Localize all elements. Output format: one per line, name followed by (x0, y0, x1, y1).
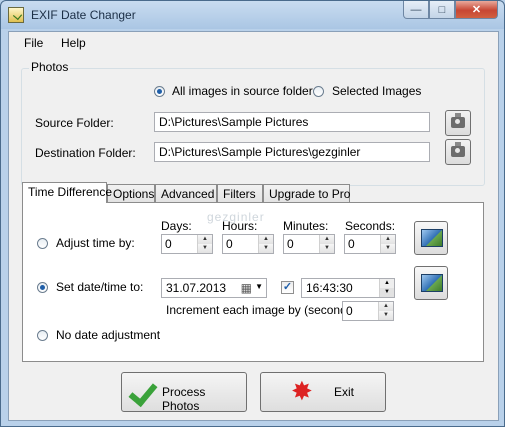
set-datetime-radio[interactable] (37, 282, 48, 293)
date-picker[interactable]: 31.07.2013 ▦ ▼ (161, 278, 267, 298)
calendar-icon[interactable]: ▦ (241, 281, 252, 295)
no-adjust-radio[interactable] (37, 330, 48, 341)
photos-group-label: Photos (29, 60, 71, 74)
process-photos-label: Process Photos (162, 385, 206, 413)
time-spin-arrows[interactable]: ▲ ▼ (379, 279, 394, 297)
minutes-value: 0 (287, 237, 294, 251)
process-photos-button[interactable]: Process Photos (121, 372, 247, 413)
spin-up-icon[interactable]: ▲ (379, 302, 393, 311)
tab-filters[interactable]: Filters (217, 184, 263, 202)
picture-icon (421, 229, 443, 247)
close-button[interactable]: ✕ (455, 1, 498, 19)
source-folder-input[interactable]: D:\Pictures\Sample Pictures (154, 112, 430, 132)
increment-label: Increment each image by (seconds) (166, 303, 357, 317)
preview-set-button[interactable] (414, 266, 448, 300)
browse-source-button[interactable] (445, 110, 471, 136)
no-adjust-label[interactable]: No date adjustment (56, 328, 160, 342)
hours-spin-arrows[interactable]: ▲ ▼ (258, 235, 273, 253)
minutes-spin-arrows[interactable]: ▲ ▼ (319, 235, 334, 253)
minimize-button[interactable]: — (403, 1, 429, 19)
adjust-time-label[interactable]: Adjust time by: (56, 236, 135, 250)
seconds-spin-arrows[interactable]: ▲ ▼ (380, 235, 395, 253)
checkmark-icon (128, 378, 152, 406)
menu-help[interactable]: Help (61, 36, 86, 50)
browse-destination-button[interactable] (445, 139, 471, 165)
spin-down-icon[interactable]: ▼ (320, 244, 334, 253)
time-enabled-checkbox[interactable]: ✓ (281, 281, 294, 294)
spin-up-icon[interactable]: ▲ (380, 279, 394, 288)
destination-folder-input[interactable]: D:\Pictures\Sample Pictures\gezginler (154, 142, 430, 162)
exit-label: Exit (334, 385, 355, 399)
tab-options[interactable]: Options (107, 184, 155, 202)
selected-images-label[interactable]: Selected Images (332, 84, 421, 98)
increment-stepper[interactable]: 0 ▲ ▼ (342, 301, 394, 321)
menu-bar: File Help (9, 32, 498, 54)
title-bar: EXIF Date Changer — □ ✕ (1, 1, 504, 29)
app-icon (8, 7, 24, 23)
menu-file[interactable]: File (24, 36, 43, 50)
maximize-button[interactable]: □ (429, 1, 455, 19)
preview-adjust-button[interactable] (414, 221, 448, 255)
exit-icon (291, 376, 315, 407)
picture-icon (421, 274, 443, 292)
days-value: 0 (165, 237, 172, 251)
spin-down-icon[interactable]: ▼ (259, 244, 273, 253)
exit-button[interactable]: Exit (260, 372, 386, 412)
minutes-label: Minutes: (283, 219, 329, 233)
selected-images-radio[interactable] (313, 86, 324, 97)
time-value: 16:43:30 (306, 281, 353, 295)
seconds-stepper[interactable]: 0 ▲ ▼ (344, 234, 396, 254)
spin-up-icon[interactable]: ▲ (259, 235, 273, 244)
seconds-value: 0 (348, 237, 355, 251)
hours-label: Hours: (222, 219, 258, 233)
set-datetime-label[interactable]: Set date/time to: (56, 280, 143, 294)
destination-folder-label: Destination Folder: (35, 146, 136, 160)
spin-down-icon[interactable]: ▼ (381, 244, 395, 253)
tab-upgrade-to-pro[interactable]: Upgrade to Pro (263, 184, 350, 202)
caption-buttons: — □ ✕ (403, 1, 498, 19)
time-input[interactable]: 16:43:30 ▲ ▼ (301, 278, 395, 298)
window-title: EXIF Date Changer (31, 8, 136, 22)
main-window: EXIF Date Changer — □ ✕ File Help Photos… (0, 0, 505, 427)
adjust-time-radio[interactable] (37, 238, 48, 249)
source-folder-label: Source Folder: (35, 116, 114, 130)
client-area: File Help Photos All images in source fo… (8, 31, 499, 421)
all-images-label[interactable]: All images in source folder (172, 84, 313, 98)
days-stepper[interactable]: 0 ▲ ▼ (161, 234, 213, 254)
seconds-label: Seconds: (345, 219, 396, 233)
minutes-stepper[interactable]: 0 ▲ ▼ (283, 234, 335, 254)
all-images-radio[interactable] (154, 86, 165, 97)
increment-value: 0 (346, 304, 353, 318)
date-value: 31.07.2013 (166, 281, 227, 295)
increment-spin-arrows[interactable]: ▲ ▼ (378, 302, 393, 320)
hours-stepper[interactable]: 0 ▲ ▼ (222, 234, 274, 254)
days-spin-arrows[interactable]: ▲ ▼ (197, 235, 212, 253)
spin-down-icon[interactable]: ▼ (379, 311, 393, 320)
spin-down-icon[interactable]: ▼ (198, 244, 212, 253)
spin-up-icon[interactable]: ▲ (198, 235, 212, 244)
chevron-down-icon[interactable]: ▼ (255, 282, 263, 291)
spin-up-icon[interactable]: ▲ (381, 235, 395, 244)
days-label: Days: (161, 219, 192, 233)
spin-down-icon[interactable]: ▼ (380, 288, 394, 297)
spin-up-icon[interactable]: ▲ (320, 235, 334, 244)
camera-icon (451, 113, 465, 128)
hours-value: 0 (226, 237, 233, 251)
tab-advanced[interactable]: Advanced (155, 184, 217, 202)
tab-time-difference[interactable]: Time Difference (22, 182, 112, 203)
camera-icon (451, 142, 465, 157)
